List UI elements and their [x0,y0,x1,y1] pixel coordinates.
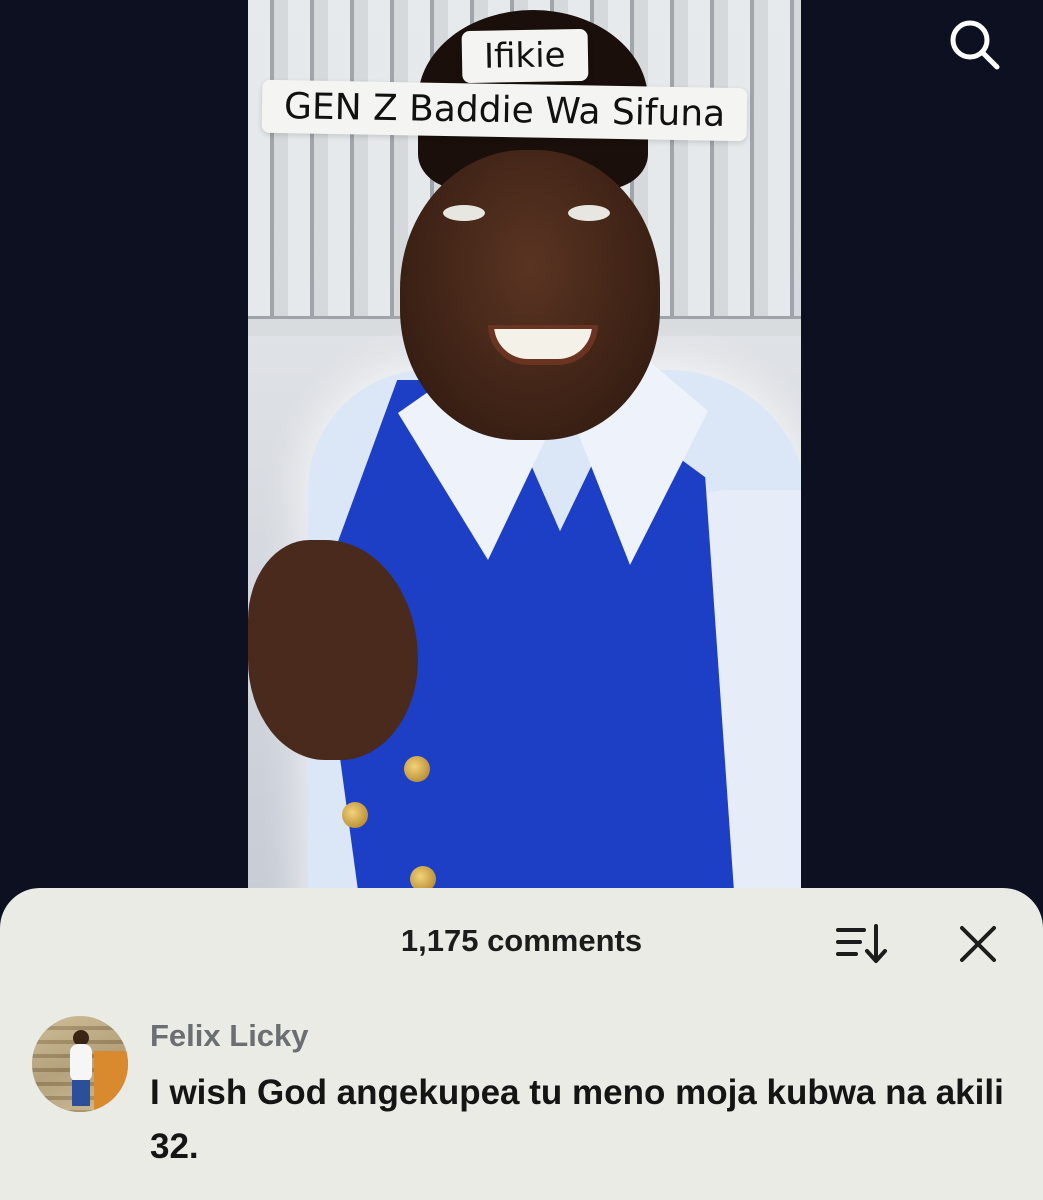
search-button[interactable] [944,14,1004,74]
comment-author[interactable]: Felix Licky [150,1018,309,1054]
video-caption-line2: GEN Z Baddie Wa Sifuna [261,79,748,142]
comments-header: 1,175 comments [0,888,1043,998]
comment-text: I wish God angekupea tu meno moja kubwa … [150,1073,1004,1166]
avatar-person-legs [72,1080,90,1106]
avatar-person-body [70,1044,92,1082]
search-icon [950,20,1000,70]
vest-button [342,802,368,828]
person-eye [568,205,610,221]
close-icon [960,926,996,962]
person-face [400,150,660,440]
close-comments-button[interactable] [952,918,1004,970]
sort-comments-button[interactable] [832,922,890,966]
comments-sheet: 1,175 comments Felix Licky I wish God an… [0,888,1043,1200]
sort-icon [836,924,887,963]
vest-button [404,756,430,782]
avatar-detail [94,1051,128,1112]
video-player[interactable]: Ifikie GEN Z Baddie Wa Sifuna [0,0,1043,900]
avatar[interactable] [32,1016,128,1112]
video-caption-line1: Ifikie [461,28,588,84]
person-eye [443,205,485,221]
